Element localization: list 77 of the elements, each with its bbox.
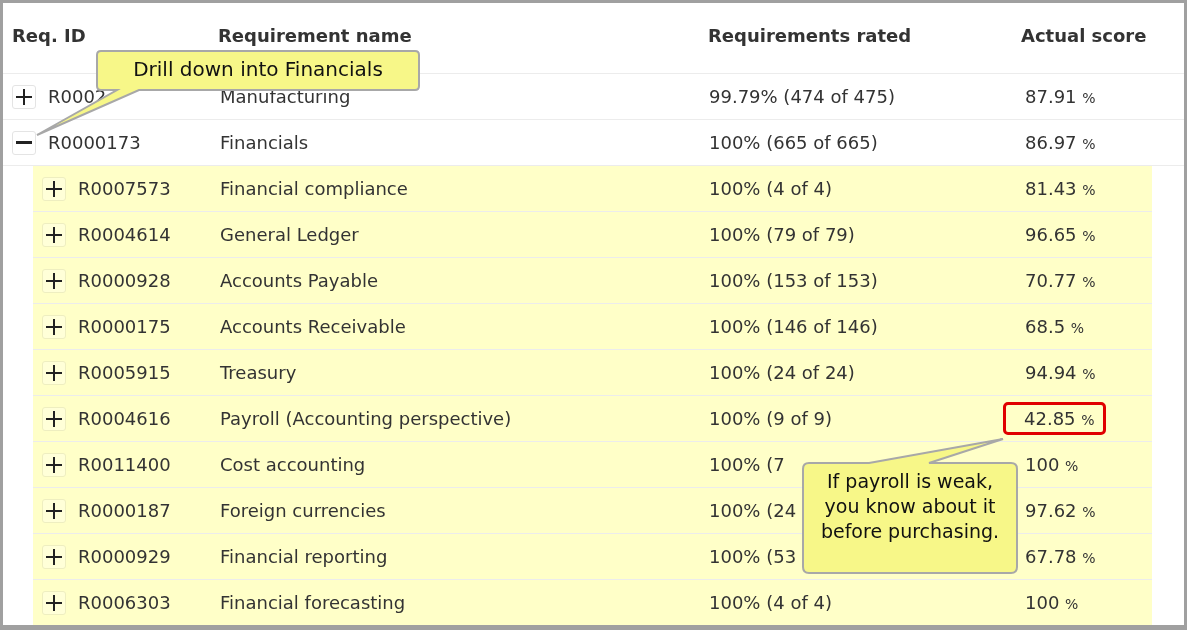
- expand-button[interactable]: [42, 360, 66, 385]
- callout-text: Drill down into Financials: [132, 57, 384, 82]
- expand-button[interactable]: [42, 176, 66, 201]
- requirement-name: Cost accounting: [220, 454, 366, 475]
- req-id: R0007573: [78, 178, 171, 199]
- requirements-rated: 100% (665 of 665): [709, 132, 878, 153]
- expand-button[interactable]: [42, 498, 66, 523]
- expand-button[interactable]: [12, 84, 36, 109]
- requirements-rated: 100% (9 of 9): [709, 408, 832, 429]
- expand-button[interactable]: [42, 452, 66, 477]
- plus-icon: [16, 88, 32, 105]
- req-id: R0000187: [78, 500, 171, 521]
- plus-icon: [46, 502, 62, 519]
- column-header: Requirements rated: [707, 25, 913, 46]
- plus-icon: [46, 410, 62, 427]
- requirement-name: Financial compliance: [220, 178, 408, 199]
- highlighted-score: 42.85 %: [1003, 402, 1106, 435]
- requirements-rated: 100% (53: [709, 546, 797, 567]
- requirement-name: Accounts Receivable: [220, 316, 406, 337]
- requirements-rated: 100% (4 of 4): [709, 592, 832, 613]
- requirements-rated: 100% (146 of 146): [709, 316, 878, 337]
- actual-score: 100 %: [1024, 453, 1080, 477]
- actual-score: 87.91 %: [1024, 85, 1097, 109]
- requirement-name: Financial forecasting: [220, 592, 406, 613]
- req-id: R0000173: [48, 132, 141, 153]
- req-id: R0011400: [78, 454, 171, 475]
- expand-button[interactable]: [12, 130, 36, 155]
- expand-button[interactable]: [42, 406, 66, 431]
- plus-icon: [46, 594, 62, 611]
- req-id: R0000928: [78, 270, 171, 291]
- requirements-rated: 100% (24 of 24): [709, 362, 855, 383]
- plus-icon: [46, 318, 62, 335]
- requirements-rated: 100% (24: [709, 500, 797, 521]
- column-header: Req. ID: [11, 25, 87, 46]
- req-id: R0004614: [78, 224, 171, 245]
- requirement-name: Payroll (Accounting perspective): [220, 408, 512, 429]
- plus-icon: [46, 272, 62, 289]
- actual-score: 70.77 %: [1024, 269, 1097, 293]
- plus-icon: [46, 456, 62, 473]
- expand-button[interactable]: [42, 314, 66, 339]
- requirements-rated: 100% (79 of 79): [709, 224, 855, 245]
- requirement-name: General Ledger: [220, 224, 359, 245]
- req-id: R0006303: [78, 592, 171, 613]
- minus-icon: [16, 141, 32, 144]
- actual-score: 94.94 %: [1024, 361, 1097, 385]
- requirements-rated: 100% (4 of 4): [709, 178, 832, 199]
- req-id: R0000175: [78, 316, 171, 337]
- requirement-name: Foreign currencies: [220, 500, 386, 521]
- plus-icon: [46, 364, 62, 381]
- plus-icon: [46, 548, 62, 565]
- expand-button[interactable]: [42, 544, 66, 569]
- column-header: Actual score: [1020, 25, 1148, 46]
- plus-icon: [46, 180, 62, 197]
- actual-score: 81.43 %: [1024, 177, 1097, 201]
- actual-score: 96.65 %: [1024, 223, 1097, 247]
- req-id: R0004616: [78, 408, 171, 429]
- actual-score: 86.97 %: [1024, 131, 1097, 155]
- actual-score: 100 %: [1024, 591, 1080, 615]
- requirement-name: Manufacturing: [220, 86, 351, 107]
- actual-score: 68.5 %: [1024, 315, 1086, 339]
- column-header: Requirement name: [217, 25, 413, 46]
- req-id: R0005915: [78, 362, 171, 383]
- plus-icon: [46, 226, 62, 243]
- expand-button[interactable]: [42, 222, 66, 247]
- actual-score: 67.78 %: [1024, 545, 1097, 569]
- requirement-name: Financials: [220, 132, 309, 153]
- callout-text: If payroll is weak, you know about it before purchasing.: [819, 469, 1001, 544]
- requirements-rated: 99.79% (474 of 475): [709, 86, 895, 107]
- expand-button[interactable]: [42, 590, 66, 615]
- requirement-name: Treasury: [220, 362, 297, 383]
- requirements-rated: 100% (7: [709, 454, 785, 475]
- actual-score: 97.62 %: [1024, 499, 1097, 523]
- expand-button[interactable]: [42, 268, 66, 293]
- req-id: R0000929: [78, 546, 171, 567]
- requirements-rated: 100% (153 of 153): [709, 270, 878, 291]
- requirement-name: Accounts Payable: [220, 270, 379, 291]
- requirement-name: Financial reporting: [220, 546, 388, 567]
